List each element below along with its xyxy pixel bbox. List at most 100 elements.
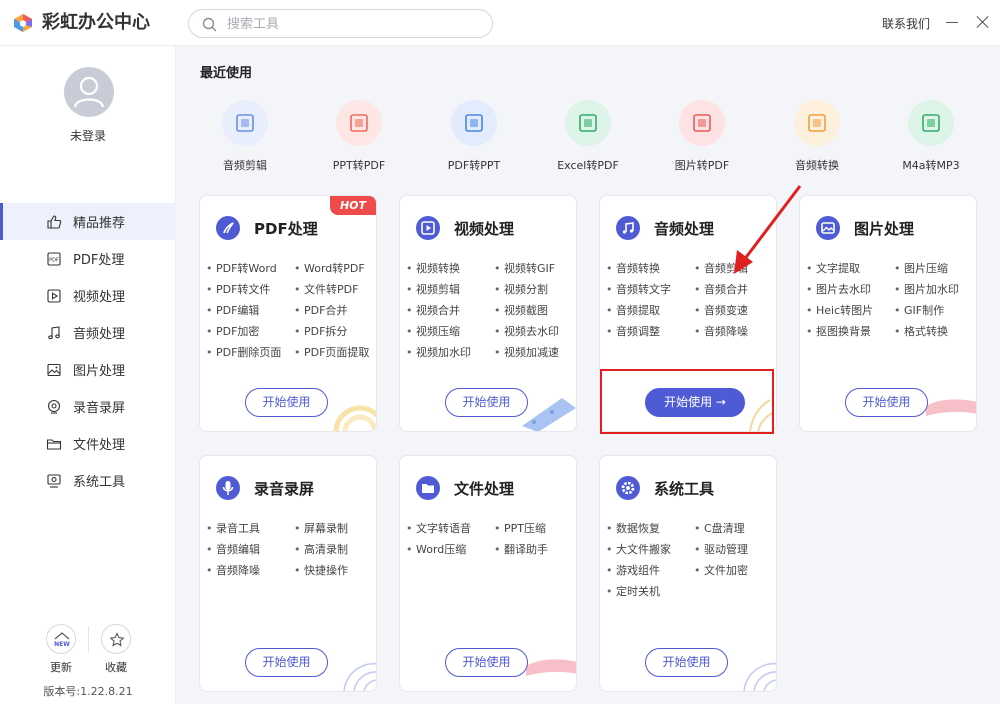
feature-link[interactable]: PDF转Word: [206, 262, 294, 275]
feature-link[interactable]: PDF转文件: [206, 283, 294, 296]
feature-link[interactable]: 视频截图: [494, 304, 576, 317]
sidebar-item-video[interactable]: 视频处理: [0, 277, 176, 314]
feature-link[interactable]: 游戏组件: [606, 564, 694, 577]
feature-link[interactable]: Word压缩: [406, 543, 494, 556]
tool-card[interactable]: HOT PDF处理 PDF转WordWord转PDFPDF转文件文件转PDFPDF编…: [199, 195, 377, 432]
feature-link[interactable]: 文字提取: [806, 262, 894, 275]
feature-link[interactable]: 音频提取: [606, 304, 694, 317]
recent-item[interactable]: 音频剪辑: [195, 100, 295, 173]
feature-link[interactable]: 图片去水印: [806, 283, 894, 296]
feature-link[interactable]: 屏幕录制: [294, 522, 376, 535]
feature-link[interactable]: 音频编辑: [206, 543, 294, 556]
close-icon[interactable]: [975, 14, 991, 30]
recent-item[interactable]: PPT转PDF: [309, 100, 409, 173]
card-title: 图片处理: [854, 219, 915, 238]
feature-link[interactable]: 视频合并: [406, 304, 494, 317]
login-status[interactable]: 未登录: [0, 127, 176, 144]
sidebar-item-file[interactable]: 文件处理: [0, 425, 176, 462]
feature-link[interactable]: 视频转换: [406, 262, 494, 275]
minimize-icon[interactable]: [944, 13, 960, 31]
update-button[interactable]: NEW 更新: [43, 624, 79, 675]
feature-link[interactable]: 视频压缩: [406, 325, 494, 338]
start-button[interactable]: 开始使用: [245, 388, 328, 417]
feature-link[interactable]: 视频加减速: [494, 346, 576, 359]
music-icon: [616, 216, 640, 240]
feature-link[interactable]: 视频加水印: [406, 346, 494, 359]
start-button[interactable]: 开始使用: [845, 388, 928, 417]
feature-link[interactable]: 音频降噪: [206, 564, 294, 577]
record-icon: [47, 399, 61, 414]
sidebar-item-record[interactable]: 录音录屏: [0, 388, 176, 425]
tool-card[interactable]: 视频处理视频转换视频转GIF视频剪辑视频分割视频合并视频截图视频压缩视频去水印视…: [399, 195, 577, 432]
feature-link[interactable]: Heic转图片: [806, 304, 894, 317]
start-button[interactable]: 开始使用: [445, 388, 528, 417]
feature-link[interactable]: 快捷操作: [294, 564, 376, 577]
rainbow-logo-icon: [14, 14, 32, 32]
recent-item[interactable]: PDF转PPT: [424, 100, 524, 173]
feature-link[interactable]: 视频分割: [494, 283, 576, 296]
audio-convert-icon: [794, 100, 840, 146]
start-button[interactable]: 开始使用: [645, 648, 728, 677]
feature-link[interactable]: 图片压缩: [894, 262, 976, 275]
system-tool-icon: [47, 474, 61, 488]
feature-link[interactable]: PDF删除页面: [206, 346, 294, 359]
feature-link[interactable]: PPT压缩: [494, 522, 576, 535]
feature-link[interactable]: 翻译助手: [494, 543, 576, 556]
recent-tools: 音频剪辑 PPT转PDF PDF转PPT Excel转PDF 图片转PDF 音频转换 M4a…: [195, 100, 985, 180]
feature-link[interactable]: 音频变速: [694, 304, 776, 317]
feature-link[interactable]: C盘清理: [694, 522, 776, 535]
sidebar-item-recommended[interactable]: 精品推荐: [0, 203, 176, 240]
feature-link[interactable]: PDF页面提取: [294, 346, 376, 359]
recent-item-label: Excel转PDF: [557, 159, 619, 172]
collect-button[interactable]: 收藏: [98, 624, 134, 675]
feature-link[interactable]: 文件转PDF: [294, 283, 376, 296]
start-button[interactable]: 开始使用: [445, 648, 528, 677]
sidebar-item-pdf[interactable]: PDF PDF处理: [0, 240, 176, 277]
feature-link[interactable]: 音频转文字: [606, 283, 694, 296]
feature-link[interactable]: 数据恢复: [606, 522, 694, 535]
feature-link[interactable]: PDF拆分: [294, 325, 376, 338]
feature-link[interactable]: 音频合并: [694, 283, 776, 296]
feature-link[interactable]: 驱动管理: [694, 543, 776, 556]
feature-link[interactable]: 抠图换背景: [806, 325, 894, 338]
contact-us-link[interactable]: 联系我们: [882, 15, 930, 32]
sidebar-item-image[interactable]: 图片处理: [0, 351, 176, 388]
sidebar-item-label: 精品推荐: [73, 216, 126, 231]
feature-link[interactable]: 音频转换: [606, 262, 694, 275]
feature-link[interactable]: PDF加密: [206, 325, 294, 338]
sidebar-item-audio[interactable]: 音频处理: [0, 314, 176, 351]
feature-link[interactable]: 视频转GIF: [494, 262, 576, 275]
feature-link[interactable]: 音频降噪: [694, 325, 776, 338]
recent-item[interactable]: 图片转PDF: [652, 100, 752, 173]
recent-item[interactable]: Excel转PDF: [538, 100, 638, 173]
feature-link[interactable]: 音频调整: [606, 325, 694, 338]
feature-link[interactable]: 视频剪辑: [406, 283, 494, 296]
feature-link[interactable]: GIF制作: [894, 304, 976, 317]
search-input[interactable]: [227, 15, 477, 33]
feature-link[interactable]: 大文件搬家: [606, 543, 694, 556]
feature-link[interactable]: Word转PDF: [294, 262, 376, 275]
recent-item[interactable]: M4a转MP3: [881, 100, 981, 173]
excel-to-pdf-icon: [565, 100, 611, 146]
tool-card[interactable]: 系统工具数据恢复C盘清理大文件搬家驱动管理游戏组件文件加密定时关机开始使用: [599, 455, 777, 692]
feature-link[interactable]: 高清录制: [294, 543, 376, 556]
feature-link[interactable]: 图片加水印: [894, 283, 976, 296]
feature-link[interactable]: 定时关机: [606, 585, 694, 598]
sidebar-item-system[interactable]: 系统工具: [0, 462, 176, 499]
recent-item[interactable]: 音频转换: [767, 100, 867, 173]
start-button[interactable]: 开始使用: [245, 648, 328, 677]
search-box[interactable]: [188, 9, 493, 38]
feature-link[interactable]: PDF合并: [294, 304, 376, 317]
avatar[interactable]: [64, 67, 114, 117]
feature-link[interactable]: PDF编辑: [206, 304, 294, 317]
tool-card[interactable]: 文件处理文字转语音PPT压缩Word压缩翻译助手开始使用: [399, 455, 577, 692]
feature-link[interactable]: 视频去水印: [494, 325, 576, 338]
hot-badge: HOT: [330, 196, 376, 215]
tool-card[interactable]: 图片处理文字提取图片压缩图片去水印图片加水印Heic转图片GIF制作抠图换背景格…: [799, 195, 977, 432]
tool-card[interactable]: 录音录屏录音工具屏幕录制音频编辑高清录制音频降噪快捷操作开始使用: [199, 455, 377, 692]
feature-link[interactable]: 录音工具: [206, 522, 294, 535]
feature-link[interactable]: 格式转换: [894, 325, 976, 338]
feature-link[interactable]: 文字转语音: [406, 522, 494, 535]
user-avatar-icon: [73, 76, 105, 108]
feature-link[interactable]: 文件加密: [694, 564, 776, 577]
